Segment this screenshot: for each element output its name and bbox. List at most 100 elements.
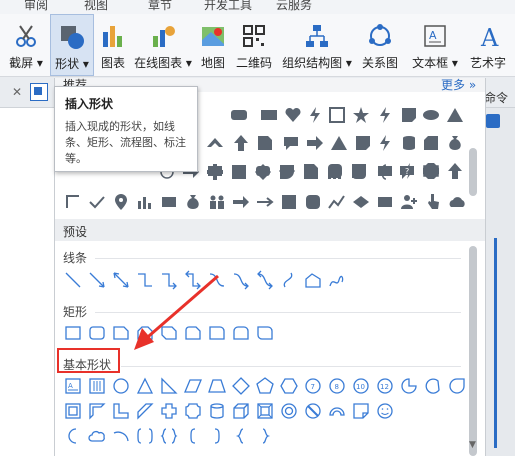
shape-plus[interactable] xyxy=(205,162,225,182)
shape-plaque[interactable] xyxy=(183,401,203,421)
shape-octagon-outline[interactable]: 8 xyxy=(327,376,347,396)
shape-pie[interactable] xyxy=(399,376,419,396)
shape-parallelogram[interactable] xyxy=(183,376,203,396)
shape-money-bag[interactable] xyxy=(445,133,465,153)
shape-decagon[interactable]: 10 xyxy=(351,376,371,396)
textbox-button[interactable]: A 文本框 ▾ xyxy=(410,14,460,76)
more-link[interactable]: 更多 » xyxy=(441,76,476,93)
shape-heart[interactable] xyxy=(283,105,303,125)
shape-chevron-up[interactable] xyxy=(205,133,225,153)
shape-people[interactable] xyxy=(207,192,227,212)
shape-arc[interactable] xyxy=(111,426,131,446)
shape-chord[interactable] xyxy=(423,376,443,396)
shape-snip-rect[interactable] xyxy=(399,105,419,125)
shape-brace[interactable] xyxy=(373,162,393,182)
shape-money-bag-2[interactable] xyxy=(183,192,203,212)
qrcode-button[interactable]: 二维码 xyxy=(234,14,274,76)
command-label[interactable]: 命令 xyxy=(484,89,508,106)
shape-frame[interactable] xyxy=(327,105,347,125)
shape-l-shape[interactable] xyxy=(111,401,131,421)
shape-rounded-rect-outline[interactable] xyxy=(87,323,107,343)
document-icon[interactable] xyxy=(30,83,48,101)
shape-curve[interactable] xyxy=(279,270,299,290)
shape-arrow-line[interactable] xyxy=(87,270,107,290)
shape-isosceles-triangle[interactable] xyxy=(135,376,155,396)
shape-left-brace[interactable] xyxy=(231,426,251,446)
shape-quarter-circle[interactable] xyxy=(277,162,297,182)
shape-corner[interactable] xyxy=(63,192,83,212)
preset-scrollbar[interactable] xyxy=(469,246,477,456)
shape-chat-bubble[interactable] xyxy=(281,133,301,153)
map-button[interactable]: 地图 xyxy=(198,14,228,76)
shape-dodecagon[interactable]: 12 xyxy=(375,376,395,396)
shape-lightning-2[interactable] xyxy=(375,105,395,125)
shape-donut[interactable] xyxy=(279,401,299,421)
shape-triangle[interactable] xyxy=(445,105,465,125)
menu-tab-cloud[interactable]: 云服务 xyxy=(276,0,312,13)
shape-diagonal-stripe[interactable] xyxy=(135,401,155,421)
shape-curved-arrow[interactable] xyxy=(231,270,251,290)
shape-location-pin[interactable] xyxy=(111,192,131,212)
menu-tab-developer[interactable]: 开发工具 xyxy=(204,0,252,13)
shape-bevel[interactable] xyxy=(255,401,275,421)
shape-lightning[interactable] xyxy=(305,105,325,125)
scroll-down-arrow-icon[interactable]: ▼ xyxy=(469,440,476,450)
shapes-button[interactable]: 形状 ▾ xyxy=(50,14,94,76)
shape-pentagon[interactable] xyxy=(255,376,275,396)
shape-freeform[interactable] xyxy=(303,270,323,290)
shape-pointer-hand[interactable] xyxy=(423,192,443,212)
shape-round-diagonal-outline[interactable] xyxy=(255,323,275,343)
shape-monitor[interactable] xyxy=(421,162,441,182)
shape-line[interactable] xyxy=(63,270,83,290)
shape-double-bracket[interactable] xyxy=(135,426,155,446)
shape-diamond[interactable] xyxy=(253,162,273,182)
document-area[interactable] xyxy=(0,108,55,456)
shape-rect-outline[interactable] xyxy=(63,323,83,343)
art-text-button[interactable]: A 艺术字 xyxy=(466,14,515,76)
shape-arrow-up-2[interactable] xyxy=(445,161,465,181)
shape-check[interactable] xyxy=(87,192,107,212)
shape-right-brace[interactable] xyxy=(255,426,275,446)
shape-arrow-up[interactable] xyxy=(231,133,251,153)
shape-bar-chart[interactable] xyxy=(325,162,345,182)
online-chart-button[interactable]: 在线图表 ▾ xyxy=(132,14,194,76)
shape-triangle-2[interactable] xyxy=(329,133,349,153)
menu-tab-review[interactable]: 审阅 xyxy=(24,0,48,13)
shape-arrow-right-3[interactable] xyxy=(231,192,251,212)
shape-rounded-rect-4[interactable] xyxy=(349,162,369,182)
shape-heptagon[interactable]: 7 xyxy=(303,376,323,396)
shape-rect-8[interactable] xyxy=(375,192,395,212)
shape-diamond-2[interactable] xyxy=(351,192,371,212)
shape-can[interactable] xyxy=(207,401,227,421)
shape-add-user[interactable] xyxy=(399,192,419,212)
shape-arrow-right-2[interactable] xyxy=(305,133,325,153)
shape-right-bracket[interactable] xyxy=(207,426,227,446)
relation-button[interactable]: 关系图 xyxy=(358,14,402,76)
shape-snip-rect-2[interactable] xyxy=(255,133,275,153)
shape-frame-outline[interactable] xyxy=(63,401,83,421)
shape-block-arc[interactable] xyxy=(327,401,347,421)
shape-teardrop[interactable] xyxy=(447,376,467,396)
shape-cloud-up[interactable] xyxy=(447,192,467,212)
shape-vertical-textbox[interactable] xyxy=(87,376,107,396)
shape-arrow-right-4[interactable] xyxy=(255,192,275,212)
shape-snip-rect-3[interactable] xyxy=(353,133,373,153)
shape-double-brace[interactable] xyxy=(159,426,179,446)
shape-half-frame[interactable] xyxy=(87,401,107,421)
shape-snip-rect-5[interactable] xyxy=(301,162,321,182)
shape-rect-5[interactable] xyxy=(229,162,249,182)
shape-round-same-outline[interactable] xyxy=(231,323,251,343)
shape-hexagon[interactable] xyxy=(279,376,299,396)
shape-lightning-3[interactable] xyxy=(375,133,395,153)
shape-textbox[interactable]: A xyxy=(63,376,83,396)
menu-tab-section[interactable]: 章节 xyxy=(148,0,172,13)
org-chart-button[interactable]: 组织结构图 ▾ xyxy=(280,14,354,76)
shape-rect[interactable] xyxy=(259,105,279,125)
shape-rect-6[interactable] xyxy=(159,192,179,212)
shape-cube[interactable] xyxy=(231,401,251,421)
shape-moon[interactable] xyxy=(63,426,83,446)
shape-rect-7[interactable] xyxy=(279,192,299,212)
shape-rounded-rect[interactable] xyxy=(229,105,249,125)
shape-bar-chart-2[interactable] xyxy=(135,192,155,212)
shape-smiley-face[interactable] xyxy=(375,401,395,421)
